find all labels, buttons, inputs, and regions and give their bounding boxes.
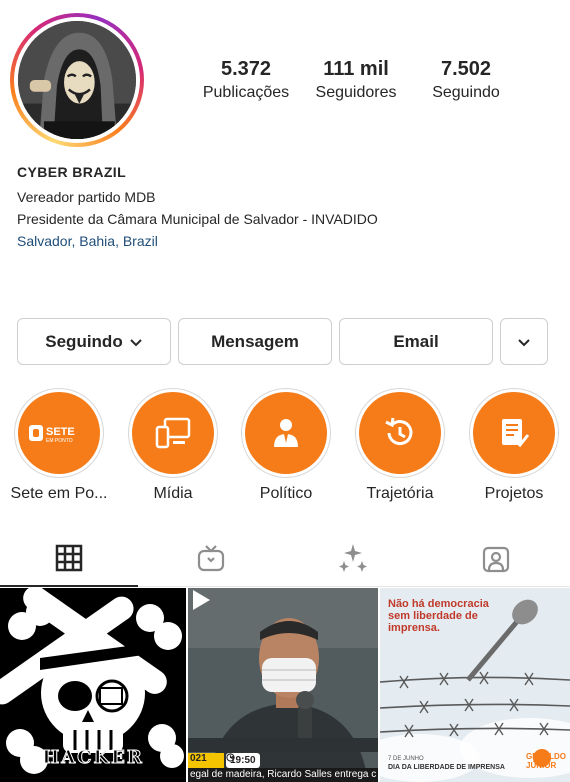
highlight-ring (469, 388, 559, 478)
highlight-sete-em-ponto[interactable]: SETE EM PONTO Sete em Po... (4, 388, 114, 503)
press-footer: DIA DA LIBERDADE DE IMPRENSA (388, 764, 505, 771)
person-suit-icon (274, 419, 298, 447)
highlight-label: Mídia (153, 485, 193, 502)
posts-grid: HACKER 021 19:50 egal de madeira, Ricard… (0, 588, 570, 782)
profile-tabs (0, 530, 570, 587)
following-label: Seguindo (432, 84, 500, 101)
play-icon (193, 590, 210, 610)
following-button[interactable]: Seguindo (17, 318, 171, 365)
tab-guides[interactable] (284, 530, 422, 587)
news-ticker: egal de madeira, Ricardo Salles entrega … (188, 768, 378, 782)
tab-grid[interactable] (0, 530, 138, 587)
tab-reels[interactable] (142, 530, 280, 587)
chevron-down-icon (518, 338, 530, 346)
post-video-interview[interactable]: 021 19:50 egal de madeira, Ricardo Salle… (188, 588, 378, 782)
press-headline: Não há democracia sem liberdade de impre… (388, 598, 489, 634)
followers-count: 111 mil (323, 58, 389, 80)
avatar-gap (14, 17, 140, 143)
highlight-ring: SETE EM PONTO (14, 388, 104, 478)
profile-actions: Seguindo Mensagem Email (17, 318, 548, 365)
press-brand-line-1: GERALDO (526, 752, 566, 761)
clock-icon (226, 753, 235, 762)
following-count: 7.502 (440, 58, 492, 80)
tagged-person-icon (482, 546, 510, 572)
press-date: 7 DE JUNHO (388, 756, 424, 762)
followers-label: Seguidores (315, 84, 397, 101)
chevron-down-icon (130, 338, 142, 346)
avatar[interactable] (18, 21, 136, 139)
video-time-badge: 19:50 (226, 753, 260, 768)
highlight-ring (355, 388, 445, 478)
message-button-label: Mensagem (211, 331, 299, 351)
sete-logo-text: SETE (46, 426, 75, 438)
tab-tagged[interactable] (427, 530, 565, 587)
press-brand: GERALDO JÚNIOR (526, 752, 566, 770)
profile-location-link[interactable]: Salvador, Bahia, Brazil (17, 230, 557, 252)
reels-tv-icon (197, 544, 225, 571)
highlight-trajetoria[interactable]: Trajetória (345, 388, 455, 503)
post-press-freedom[interactable]: Não há democracia sem liberdade de impre… (380, 588, 570, 782)
highlight-politico[interactable]: Político (231, 388, 341, 503)
bio-line-1: Vereador partido MDB (17, 189, 156, 205)
highlight-projetos[interactable]: Projetos (459, 388, 569, 503)
stat-following[interactable]: 7.502 Seguindo (426, 58, 506, 102)
highlight-ring (128, 388, 218, 478)
highlight-midia[interactable]: Mídia (118, 388, 228, 503)
devices-icon (155, 417, 191, 449)
sete-em-ponto-icon: SETE EM PONTO (29, 425, 75, 444)
profile-name: CYBER BRAZIL (17, 164, 127, 180)
profile-stats: 5.372 Publicações 111 mil Seguidores 7.5… (190, 58, 520, 108)
highlight-label: Político (259, 485, 313, 502)
posts-count: 5.372 (220, 58, 272, 80)
highlight-label: Projetos (484, 485, 544, 502)
clipboard-check-icon (502, 419, 530, 448)
message-button[interactable]: Mensagem (178, 318, 332, 365)
bio-line-2: Presidente da Câmara Municipal de Salvad… (17, 211, 378, 227)
hacker-caption: HACKER (42, 747, 144, 769)
history-icon (385, 417, 413, 446)
profile-avatar-ring[interactable] (10, 13, 144, 147)
following-button-label: Seguindo (45, 331, 123, 351)
highlight-label: Sete em Po... (10, 485, 108, 502)
stat-posts[interactable]: 5.372 Publicações (194, 58, 298, 102)
sete-logo-subtext: EM PONTO (46, 438, 73, 444)
story-highlights: SETE EM PONTO Sete em Po... Mídia Políti… (0, 388, 570, 508)
post-hacker[interactable]: HACKER (0, 588, 186, 782)
highlight-label: Trajetória (366, 485, 434, 502)
highlight-ring (241, 388, 331, 478)
grid-icon (55, 544, 83, 571)
posts-label: Publicações (202, 84, 290, 101)
email-button-label: Email (393, 331, 439, 351)
email-button[interactable]: Email (339, 318, 493, 365)
sparkles-icon (339, 543, 367, 572)
sete-em-ponto-logo: SETE EM PONTO (18, 392, 100, 474)
suggested-accounts-button[interactable] (500, 318, 548, 365)
press-brand-line-2: JÚNIOR (526, 761, 557, 770)
profile-bio: CYBER BRAZIL Vereador partido MDB Presid… (17, 164, 557, 252)
hooded-hacker-image (18, 21, 136, 139)
stat-followers[interactable]: 111 mil Seguidores (308, 58, 404, 102)
video-year-chip: 021 (188, 753, 224, 768)
